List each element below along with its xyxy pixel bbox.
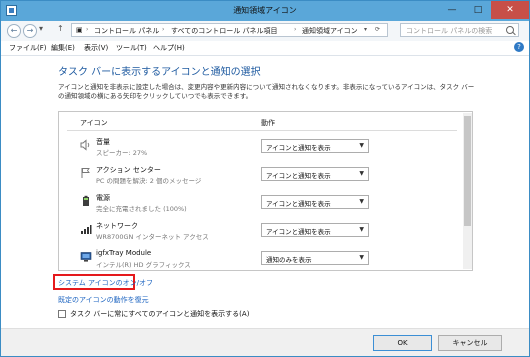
menu-view[interactable]: 表示(V) (84, 43, 108, 53)
chevron-down-icon: ▼ (359, 170, 364, 177)
menu-edit[interactable]: 編集(E) (51, 43, 75, 53)
breadcrumb-separator-icon[interactable]: › (162, 26, 164, 33)
address-bar[interactable]: ▣ › コントロール パネル › すべてのコントロール パネル項目 › 通知領域… (71, 23, 388, 37)
row-name: 音量 (96, 138, 110, 146)
restore-default-link[interactable]: 既定のアイコンの動作を復元 (58, 295, 149, 305)
breadcrumb-current[interactable]: 通知領域アイコン (302, 26, 358, 36)
row-name: アクション センター (96, 166, 161, 174)
row-name: 電源 (96, 194, 110, 202)
menu-help[interactable]: ヘルプ(H) (153, 43, 185, 53)
battery-icon (83, 195, 89, 206)
network-icon (81, 225, 92, 234)
page-description: アイコンと通知を非表示に設定した場合は、変更内容や更新内容について通知されなくな… (58, 83, 475, 100)
row-name: ネットワーク (96, 222, 138, 230)
scrollbar-thumb[interactable] (464, 116, 471, 226)
help-icon[interactable]: ? (514, 42, 524, 52)
table-row: アクション センター PC の問題を解決: 2 個のメッセージ アイコンと通知を… (59, 164, 464, 188)
column-header-icon: アイコン (80, 119, 108, 127)
table-row: 電源 完全に充電されました (100%) アイコンと通知を表示 ▼ (59, 192, 464, 216)
table-row: ネットワーク WR8700GN インターネット アクセス アイコンと通知を表示 … (59, 220, 464, 244)
notification-area-icons-window: 通知領域アイコン — □ ✕ ← → ▾ ↑ ▣ › コントロール パネル › … (0, 0, 530, 357)
column-header-behavior: 動作 (261, 119, 275, 127)
behavior-select-value: 通知のみを表示 (266, 256, 312, 264)
maximize-button[interactable]: □ (465, 1, 491, 19)
navigation-bar: ← → ▾ ↑ ▣ › コントロール パネル › すべてのコントロール パネル項… (1, 21, 529, 41)
breadcrumb-all-items[interactable]: すべてのコントロール パネル項目 (171, 26, 277, 36)
row-description: WR8700GN インターネット アクセス (96, 233, 209, 241)
behavior-select-value: アイコンと通知を表示 (266, 172, 331, 180)
cancel-button[interactable]: キャンセル (438, 335, 502, 351)
menu-tools[interactable]: ツール(T) (116, 43, 147, 53)
forward-button[interactable]: → (23, 24, 37, 38)
search-placeholder: コントロール パネルの検索 (406, 27, 493, 35)
dialog-footer: OK キャンセル (1, 328, 529, 356)
recent-locations-icon[interactable]: ▾ (39, 24, 43, 33)
chevron-down-icon: ▼ (359, 198, 364, 205)
breadcrumb-separator-icon[interactable]: › (86, 26, 88, 33)
behavior-select[interactable]: アイコンと通知を表示 ▼ (261, 195, 369, 209)
address-dropdown-icon[interactable]: ▾ (364, 26, 367, 33)
chevron-down-icon: ▼ (359, 254, 364, 261)
flag-icon (81, 168, 90, 178)
speaker-icon (80, 139, 90, 151)
row-description: PC の問題を解決: 2 個のメッセージ (96, 177, 202, 185)
behavior-select-value: アイコンと通知を表示 (266, 200, 331, 208)
row-description: 完全に充電されました (100%) (96, 205, 187, 213)
breadcrumb-separator-icon[interactable]: › (294, 26, 296, 33)
notification-icons-list: アイコン 動作 音量 スピーカー: 27% アイコンと通知を表示 ▼ アクション… (58, 111, 473, 271)
search-input[interactable]: コントロール パネルの検索 (400, 23, 519, 37)
header-divider (67, 130, 457, 131)
system-icons-link[interactable]: システム アイコンのオン/オフ (58, 278, 153, 288)
table-row: igfxTray Module インテル(R) HD グラフィックス 通知のみを… (59, 248, 464, 270)
list-scrollbar[interactable] (463, 113, 472, 269)
behavior-select[interactable]: アイコンと通知を表示 ▼ (261, 139, 369, 153)
behavior-select[interactable]: アイコンと通知を表示 ▼ (261, 167, 369, 181)
row-name: igfxTray Module (96, 249, 152, 257)
always-show-all-checkbox[interactable] (58, 310, 66, 318)
behavior-select-value: アイコンと通知を表示 (266, 144, 331, 152)
title-bar[interactable]: 通知領域アイコン — □ ✕ (1, 1, 529, 21)
refresh-icon[interactable]: ⟳ (375, 26, 380, 33)
graphics-icon (80, 252, 92, 262)
close-button[interactable]: ✕ (491, 1, 529, 19)
table-row: 音量 スピーカー: 27% アイコンと通知を表示 ▼ (59, 136, 464, 160)
menu-bar: ファイル(F) 編集(E) 表示(V) ツール(T) ヘルプ(H) ? (1, 41, 529, 56)
chevron-down-icon: ▼ (359, 142, 364, 149)
ok-button[interactable]: OK (373, 335, 432, 351)
behavior-select[interactable]: 通知のみを表示 ▼ (261, 251, 369, 265)
back-button[interactable]: ← (7, 24, 21, 38)
page-title: タスク バーに表示するアイコンと通知の選択 (58, 67, 261, 78)
behavior-select[interactable]: アイコンと通知を表示 ▼ (261, 223, 369, 237)
behavior-select-value: アイコンと通知を表示 (266, 228, 331, 236)
search-icon[interactable] (506, 26, 514, 34)
always-show-all-label[interactable]: タスク バーに常にすべてのアイコンと通知を表示する(A) (70, 309, 249, 319)
row-description: スピーカー: 27% (96, 149, 148, 157)
chevron-down-icon: ▼ (359, 226, 364, 233)
breadcrumb-control-panel[interactable]: コントロール パネル (94, 26, 159, 36)
menu-file[interactable]: ファイル(F) (9, 43, 47, 53)
up-level-icon[interactable]: ↑ (57, 24, 64, 33)
control-panel-icon: ▣ (76, 26, 83, 34)
row-description: インテル(R) HD グラフィックス (96, 261, 191, 269)
minimize-button[interactable]: — (439, 1, 465, 19)
